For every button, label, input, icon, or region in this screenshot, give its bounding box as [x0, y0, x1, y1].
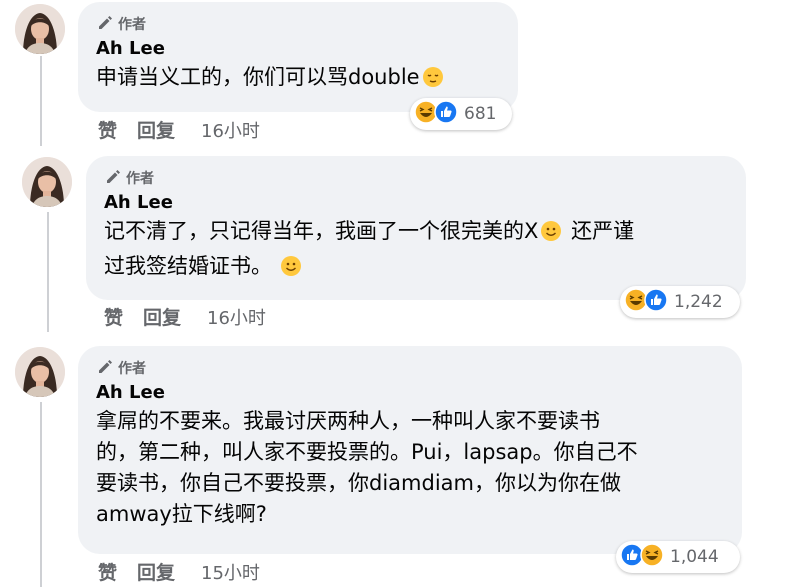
smile-emoji	[540, 220, 562, 251]
author-badge-label: 作者	[118, 361, 146, 377]
comment-actions: 赞 回复 16小时	[98, 116, 260, 143]
author-badge-label: 作者	[118, 17, 146, 33]
reaction-summary[interactable]: 681	[410, 98, 512, 130]
comment-bubble: 作者 Ah Lee 申请当义工的，你们可以骂double	[78, 2, 518, 112]
author-name[interactable]: Ah Lee	[104, 192, 730, 214]
reply-button[interactable]: 回复	[143, 303, 181, 330]
timestamp[interactable]: 16小时	[201, 117, 260, 143]
reaction-count: 1,044	[670, 547, 719, 567]
like-reaction-icon	[434, 100, 458, 128]
comment-actions: 赞 回复 15小时	[98, 558, 260, 585]
thread-line	[40, 402, 42, 587]
reaction-count: 1,242	[674, 292, 723, 312]
like-button[interactable]: 赞	[98, 116, 117, 143]
comment-text-line: 的，第二种，叫人家不要投票的。Pui，lapsap。你自己不	[96, 440, 638, 464]
author-name[interactable]: Ah Lee	[96, 38, 502, 60]
reaction-count: 681	[464, 104, 497, 124]
author-badge: 作者	[96, 358, 726, 378]
comment-actions: 赞 回复 16小时	[104, 303, 266, 330]
avatar[interactable]	[22, 157, 72, 207]
avatar[interactable]	[15, 4, 65, 54]
comment-text-line: 要读书，你自己不要投票，你diamdiam，你以为你在做	[96, 471, 621, 495]
comment-text-line: 记不清了，只记得当年，我画了一个很完美的X	[104, 219, 539, 243]
haha-reaction-icon	[640, 543, 664, 571]
author-name[interactable]: Ah Lee	[96, 382, 726, 404]
thread-line	[40, 56, 42, 146]
author-badge-label: 作者	[126, 171, 154, 187]
timestamp[interactable]: 15小时	[201, 559, 260, 585]
comment-text-line: 过我签结婚证书。	[104, 254, 272, 278]
pencil-icon	[96, 357, 114, 379]
comment-text-line: 拿屌的不要来。我最讨厌两种人，一种叫人家不要读书	[96, 409, 600, 433]
comment-text-line: 申请当义工的，你们可以骂double	[96, 65, 420, 89]
comment-bubble: 作者 Ah Lee 记不清了，只记得当年，我画了一个很完美的X 还严谨 过我签结…	[86, 156, 746, 300]
like-button[interactable]: 赞	[98, 558, 117, 585]
author-badge: 作者	[104, 168, 730, 188]
reply-button[interactable]: 回复	[137, 558, 175, 585]
comment-text: 申请当义工的，你们可以骂double	[96, 62, 502, 97]
smile-emoji	[280, 255, 302, 286]
thread-line	[47, 212, 49, 332]
timestamp[interactable]: 16小时	[207, 304, 266, 330]
comment-text-line: 还严谨	[564, 219, 635, 243]
reaction-summary[interactable]: 1,044	[616, 541, 740, 573]
relieved-emoji	[422, 66, 444, 97]
comment-bubble: 作者 Ah Lee 拿屌的不要来。我最讨厌两种人，一种叫人家不要读书 的，第二种…	[78, 346, 742, 554]
like-button[interactable]: 赞	[104, 303, 123, 330]
comment-text-line: amway拉下线啊?	[96, 502, 267, 526]
comment-text: 拿屌的不要来。我最讨厌两种人，一种叫人家不要读书 的，第二种，叫人家不要投票的。…	[96, 406, 726, 530]
author-badge: 作者	[96, 14, 502, 34]
pencil-icon	[104, 167, 122, 189]
comment-text: 记不清了，只记得当年，我画了一个很完美的X 还严谨 过我签结婚证书。	[104, 216, 730, 286]
reaction-summary[interactable]: 1,242	[620, 286, 740, 318]
pencil-icon	[96, 13, 114, 35]
like-reaction-icon	[644, 288, 668, 316]
reply-button[interactable]: 回复	[137, 116, 175, 143]
avatar[interactable]	[15, 347, 65, 397]
